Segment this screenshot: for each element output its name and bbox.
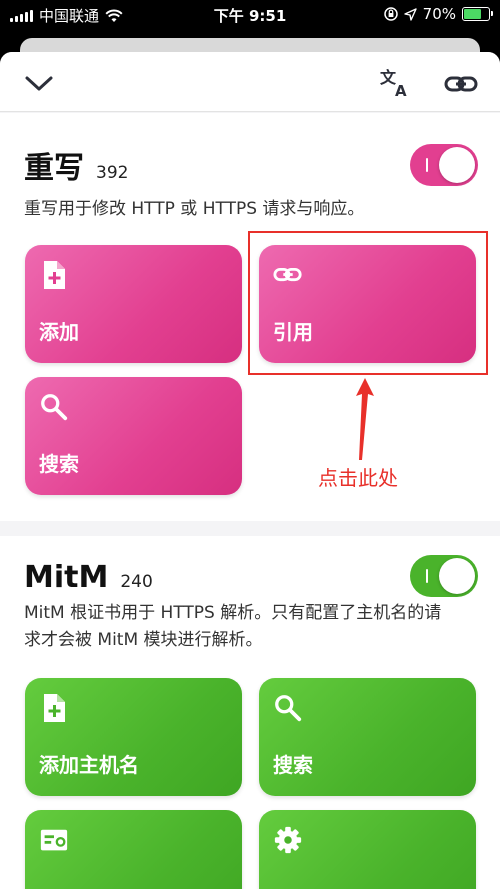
search-icon	[275, 695, 302, 722]
rewrite-title-row: 重写 392	[24, 143, 128, 187]
section-description: MitM 根证书用于 HTTPS 解析。只有配置了主机名的请求才会被 MitM …	[24, 603, 442, 650]
tile-label: 搜索	[39, 452, 79, 476]
add-rewrite-tile[interactable]: 添加	[25, 245, 242, 363]
translate-icon[interactable]: 文 A	[380, 68, 412, 98]
item-count: 240	[120, 572, 153, 592]
file-add-icon	[44, 694, 65, 722]
tile-label: 添加主机名	[39, 753, 139, 777]
tile-label: 添加	[39, 320, 79, 344]
item-count: 392	[96, 163, 129, 183]
mitm-section: MitM 240 MitM 根证书用于 HTTPS 解析。只有配置了主机名的请求…	[0, 536, 500, 889]
tile-label: 搜索	[273, 753, 313, 777]
status-right: 70%	[383, 5, 493, 23]
section-title: 重写	[24, 151, 84, 186]
section-title: MitM	[24, 560, 109, 595]
status-bar: 中国联通 下午 9:51 70%	[0, 0, 500, 30]
add-hostname-tile[interactable]: 添加主机名	[25, 678, 242, 796]
modal-sheet: 文 A 重写 392 重写用于修改 HTTP 或 HTTPS 请求与响应。 添加	[0, 52, 500, 889]
mitm-title-row: MitM 240	[24, 560, 153, 595]
battery-charging-icon	[462, 7, 493, 21]
svg-text:A: A	[395, 82, 407, 98]
search-hostname-tile[interactable]: 搜索	[259, 678, 476, 796]
certificate-icon	[40, 829, 68, 851]
search-rewrite-tile[interactable]: 搜索	[25, 377, 242, 495]
link-icon[interactable]	[443, 69, 479, 99]
battery-percent: 70%	[422, 5, 456, 23]
highlight-box	[248, 231, 488, 375]
file-add-icon	[44, 261, 65, 289]
mitm-settings-tile[interactable]	[259, 810, 476, 889]
sheet-toolbar: 文 A	[0, 52, 500, 112]
rewrite-enable-toggle[interactable]	[410, 144, 478, 186]
chevron-down-icon[interactable]	[24, 68, 54, 98]
certificate-tile[interactable]	[25, 810, 242, 889]
orientation-lock-icon	[383, 7, 398, 21]
annotation-text: 点击此处	[318, 466, 398, 490]
search-icon	[41, 394, 68, 421]
location-icon	[403, 7, 417, 21]
annotation-arrow	[356, 378, 374, 460]
mitm-enable-toggle[interactable]	[410, 555, 478, 597]
section-description: 重写用于修改 HTTP 或 HTTPS 请求与响应。	[24, 199, 365, 219]
gear-icon	[274, 826, 302, 854]
